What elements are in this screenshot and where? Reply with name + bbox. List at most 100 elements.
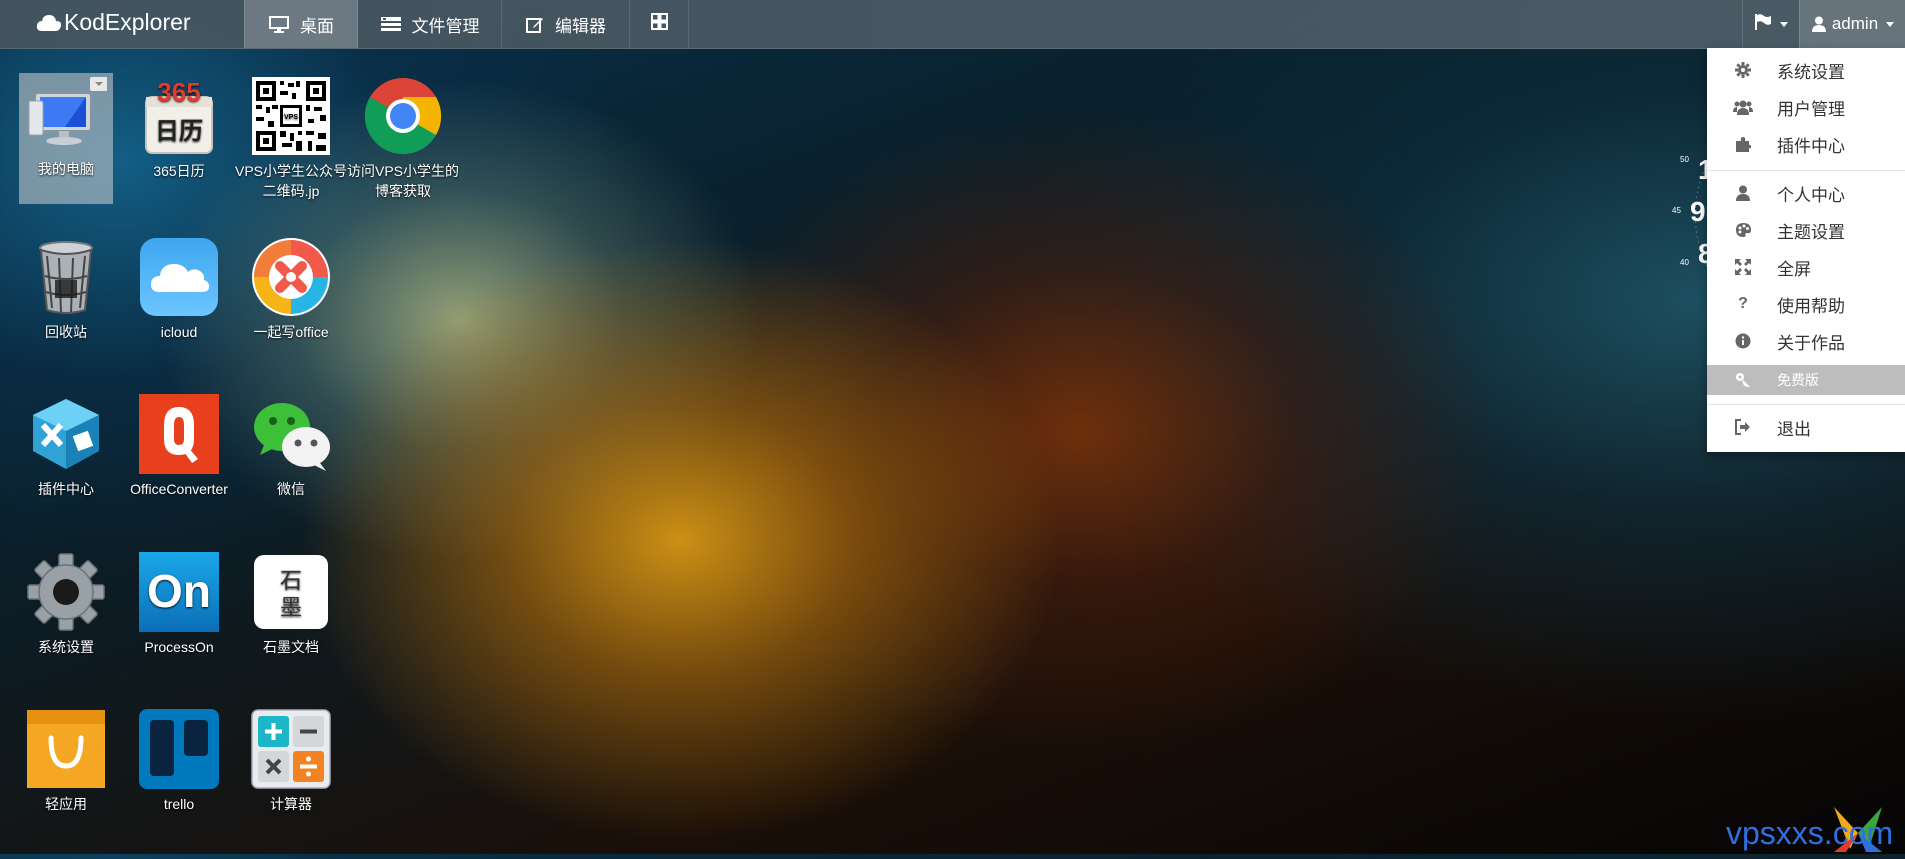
desktop-icon-label: 石墨文档 [263,639,319,655]
wechat-icon [250,393,332,475]
menu-item-personal-center[interactable]: 个人中心 [1707,175,1905,211]
puzzle-icon [1733,136,1753,152]
user-menu-button[interactable]: admin [1799,0,1905,48]
menu-item-user-management[interactable]: 用户管理 [1707,89,1905,125]
svg-text:石: 石 [280,569,302,594]
tab-file-manager-label: 文件管理 [411,16,480,36]
menu-item-about[interactable]: 关于作品 [1707,323,1905,359]
desktop-icon-label: 回收站 [45,324,87,340]
menu-item-label: 关于作品 [1777,333,1845,353]
tab-desktop-label: 桌面 [300,16,334,36]
menu-item-theme-settings[interactable]: 主题设置 [1707,212,1905,248]
tab-editor[interactable]: 编辑器 [501,0,630,48]
desktop-icon-plugin-center[interactable]: 插件中心 [10,393,122,499]
desktop-icon-label: 插件中心 [38,481,94,497]
clock-tick-label: 45 [1672,206,1681,215]
flag-icon [1754,13,1772,35]
desktop-icon-office-together[interactable]: 一起写office [235,236,347,342]
user-dropdown-menu: 系统设置 用户管理 插件中心 个人中心 主题设置 全屏 ? 使用帮助 关于作品 … [1707,48,1905,452]
desktop-icon-label: 轻应用 [45,796,87,812]
svg-text:墨: 墨 [280,596,302,621]
svg-text:365: 365 [157,77,200,107]
cloud-icon [36,14,62,31]
plugin-cube-icon [25,393,107,475]
user-icon [1811,16,1826,32]
desktop-icon-light-app[interactable]: 轻应用 [10,708,122,814]
menu-item-label: 个人中心 [1777,185,1845,205]
gear-icon [1733,62,1753,78]
key-icon [1733,372,1753,388]
desktop-icon-calculator[interactable]: 计算器 [235,708,347,814]
menu-item-label: 全屏 [1777,259,1811,279]
qr-code-icon: VPS [250,75,332,157]
svg-text:日历: 日历 [155,117,203,145]
desktop-icon-visit-blog[interactable]: 访问VPS小学生的博客获取 [347,75,459,201]
desktop-icon-wechat[interactable]: 微信 [235,393,347,499]
tab-file-manager[interactable]: 文件管理 [357,0,502,48]
tab-desktop[interactable]: 桌面 [244,0,358,48]
menu-divider [1707,170,1905,171]
menu-divider [1707,404,1905,405]
desktop-icon-label: 计算器 [270,796,312,812]
clock-tick-label: 40 [1680,258,1689,267]
menu-item-fullscreen[interactable]: 全屏 [1707,249,1905,285]
caret-down-icon [1780,21,1788,27]
tab-editor-label: 编辑器 [555,16,606,36]
fullscreen-icon [1733,259,1753,275]
menu-item-plugin-center[interactable]: 插件中心 [1707,126,1905,162]
logout-icon [1733,419,1753,435]
calculator-icon [250,708,332,790]
desktop-icon-recycle-bin[interactable]: 回收站 [10,236,122,342]
desktop-icon-shimo-docs[interactable]: 石 墨 石墨文档 [235,551,347,657]
office-converter-icon [138,393,220,475]
menu-item-label: 免费版 [1777,372,1819,388]
users-icon [1733,99,1753,115]
shopping-bag-icon [25,708,107,790]
desktop-icon-label: ProcessOn [144,639,214,655]
desktop-icon-icloud[interactable]: icloud [123,236,235,342]
desktop-icon-label: 系统设置 [38,639,94,655]
top-navbar: KodExplorer 桌面 文件管理 编辑器 admin [0,0,1905,49]
question-icon: ? [1738,295,1748,312]
desktop-icon-label: OfficeConverter [130,481,228,497]
icloud-icon [138,236,220,318]
menu-item-label: 退出 [1777,419,1811,439]
tab-apps[interactable] [629,0,689,48]
desktop-icon-label: 我的电脑 [38,161,94,177]
desktop-icon-qrcode-image[interactable]: VPS VPS小学生公众号二维码.jp [235,75,347,201]
desktop-icon-officeconverter[interactable]: OfficeConverter [123,393,235,499]
palette-icon [1733,222,1753,238]
desktop-icon-system-settings[interactable]: 系统设置 [10,551,122,657]
menu-item-label: 用户管理 [1777,99,1845,119]
clock-digit: 9 [1690,196,1706,227]
chrome-icon [362,75,444,157]
menu-item-label: 使用帮助 [1777,296,1845,316]
desktop-icon-processon[interactable]: On ProcessOn [123,551,235,657]
desktop-icon-trello[interactable]: trello [123,708,235,814]
trello-icon [138,708,220,790]
brand-logo[interactable]: KodExplorer [36,9,191,36]
notice-button[interactable] [1742,0,1799,48]
menu-item-system-settings[interactable]: 系统设置 [1707,52,1905,88]
menu-item-label: 插件中心 [1777,136,1845,156]
server-icon [380,16,401,32]
desktop-icon-my-computer[interactable]: 我的电脑 [19,73,113,204]
menu-item-logout[interactable]: 退出 [1707,409,1905,445]
trash-icon [25,236,107,318]
menu-item-label: 主题设置 [1777,222,1845,242]
gear-icon [25,551,107,633]
calendar-icon: 365 日历 [138,75,220,157]
desktop-icon-calendar[interactable]: 365 日历 365 日历 [123,75,235,181]
clock-tick-label: 50 [1680,155,1689,164]
desktop-icon-label: icloud [160,324,198,340]
menu-item-free-edition[interactable]: 免费版 [1707,365,1905,395]
svg-text:On: On [147,565,211,617]
watermark-text: vpsxxs.com [1726,815,1894,851]
svg-text:VPS: VPS [284,114,298,121]
shimo-icon: 石 墨 [250,551,332,633]
brand-name: KodExplorer [64,9,191,35]
office-together-icon [250,236,332,318]
monitor-icon [269,15,289,33]
menu-item-help[interactable]: ? 使用帮助 [1707,286,1905,322]
info-icon [1733,333,1753,349]
